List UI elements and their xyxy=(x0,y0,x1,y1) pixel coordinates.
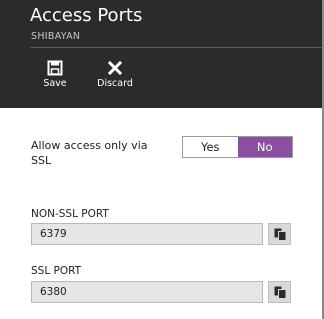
copy-ssl-port-button[interactable] xyxy=(268,281,291,303)
copy-icon xyxy=(274,286,287,299)
ssl-only-label: Allow access only via SSL xyxy=(31,139,148,167)
ssl-port-field[interactable]: 6380 xyxy=(31,281,263,303)
ssl-toggle-no[interactable]: No xyxy=(237,137,292,157)
ssl-port-label: SSL PORT xyxy=(31,265,82,277)
header-divider xyxy=(30,47,322,48)
discard-button[interactable]: Discard xyxy=(90,60,140,92)
copy-non-ssl-port-button[interactable] xyxy=(268,223,291,245)
blade-title: Access Ports xyxy=(30,5,143,26)
copy-icon xyxy=(274,228,287,241)
close-icon xyxy=(90,60,140,76)
access-ports-blade: Access Ports SHIBAYAN Save Discard Allow… xyxy=(0,0,322,319)
ssl-toggle-yes[interactable]: Yes xyxy=(183,137,238,157)
blade-header: Access Ports SHIBAYAN Save Discard xyxy=(0,0,322,108)
save-label: Save xyxy=(43,78,67,89)
blade-subtitle: SHIBAYAN xyxy=(31,31,81,42)
non-ssl-port-field[interactable]: 6379 xyxy=(31,223,263,245)
ssl-only-toggle[interactable]: Yes No xyxy=(182,136,293,158)
save-button[interactable]: Save xyxy=(30,60,80,92)
non-ssl-port-label: NON-SSL PORT xyxy=(31,208,109,220)
discard-label: Discard xyxy=(97,78,133,89)
save-icon xyxy=(30,60,80,76)
